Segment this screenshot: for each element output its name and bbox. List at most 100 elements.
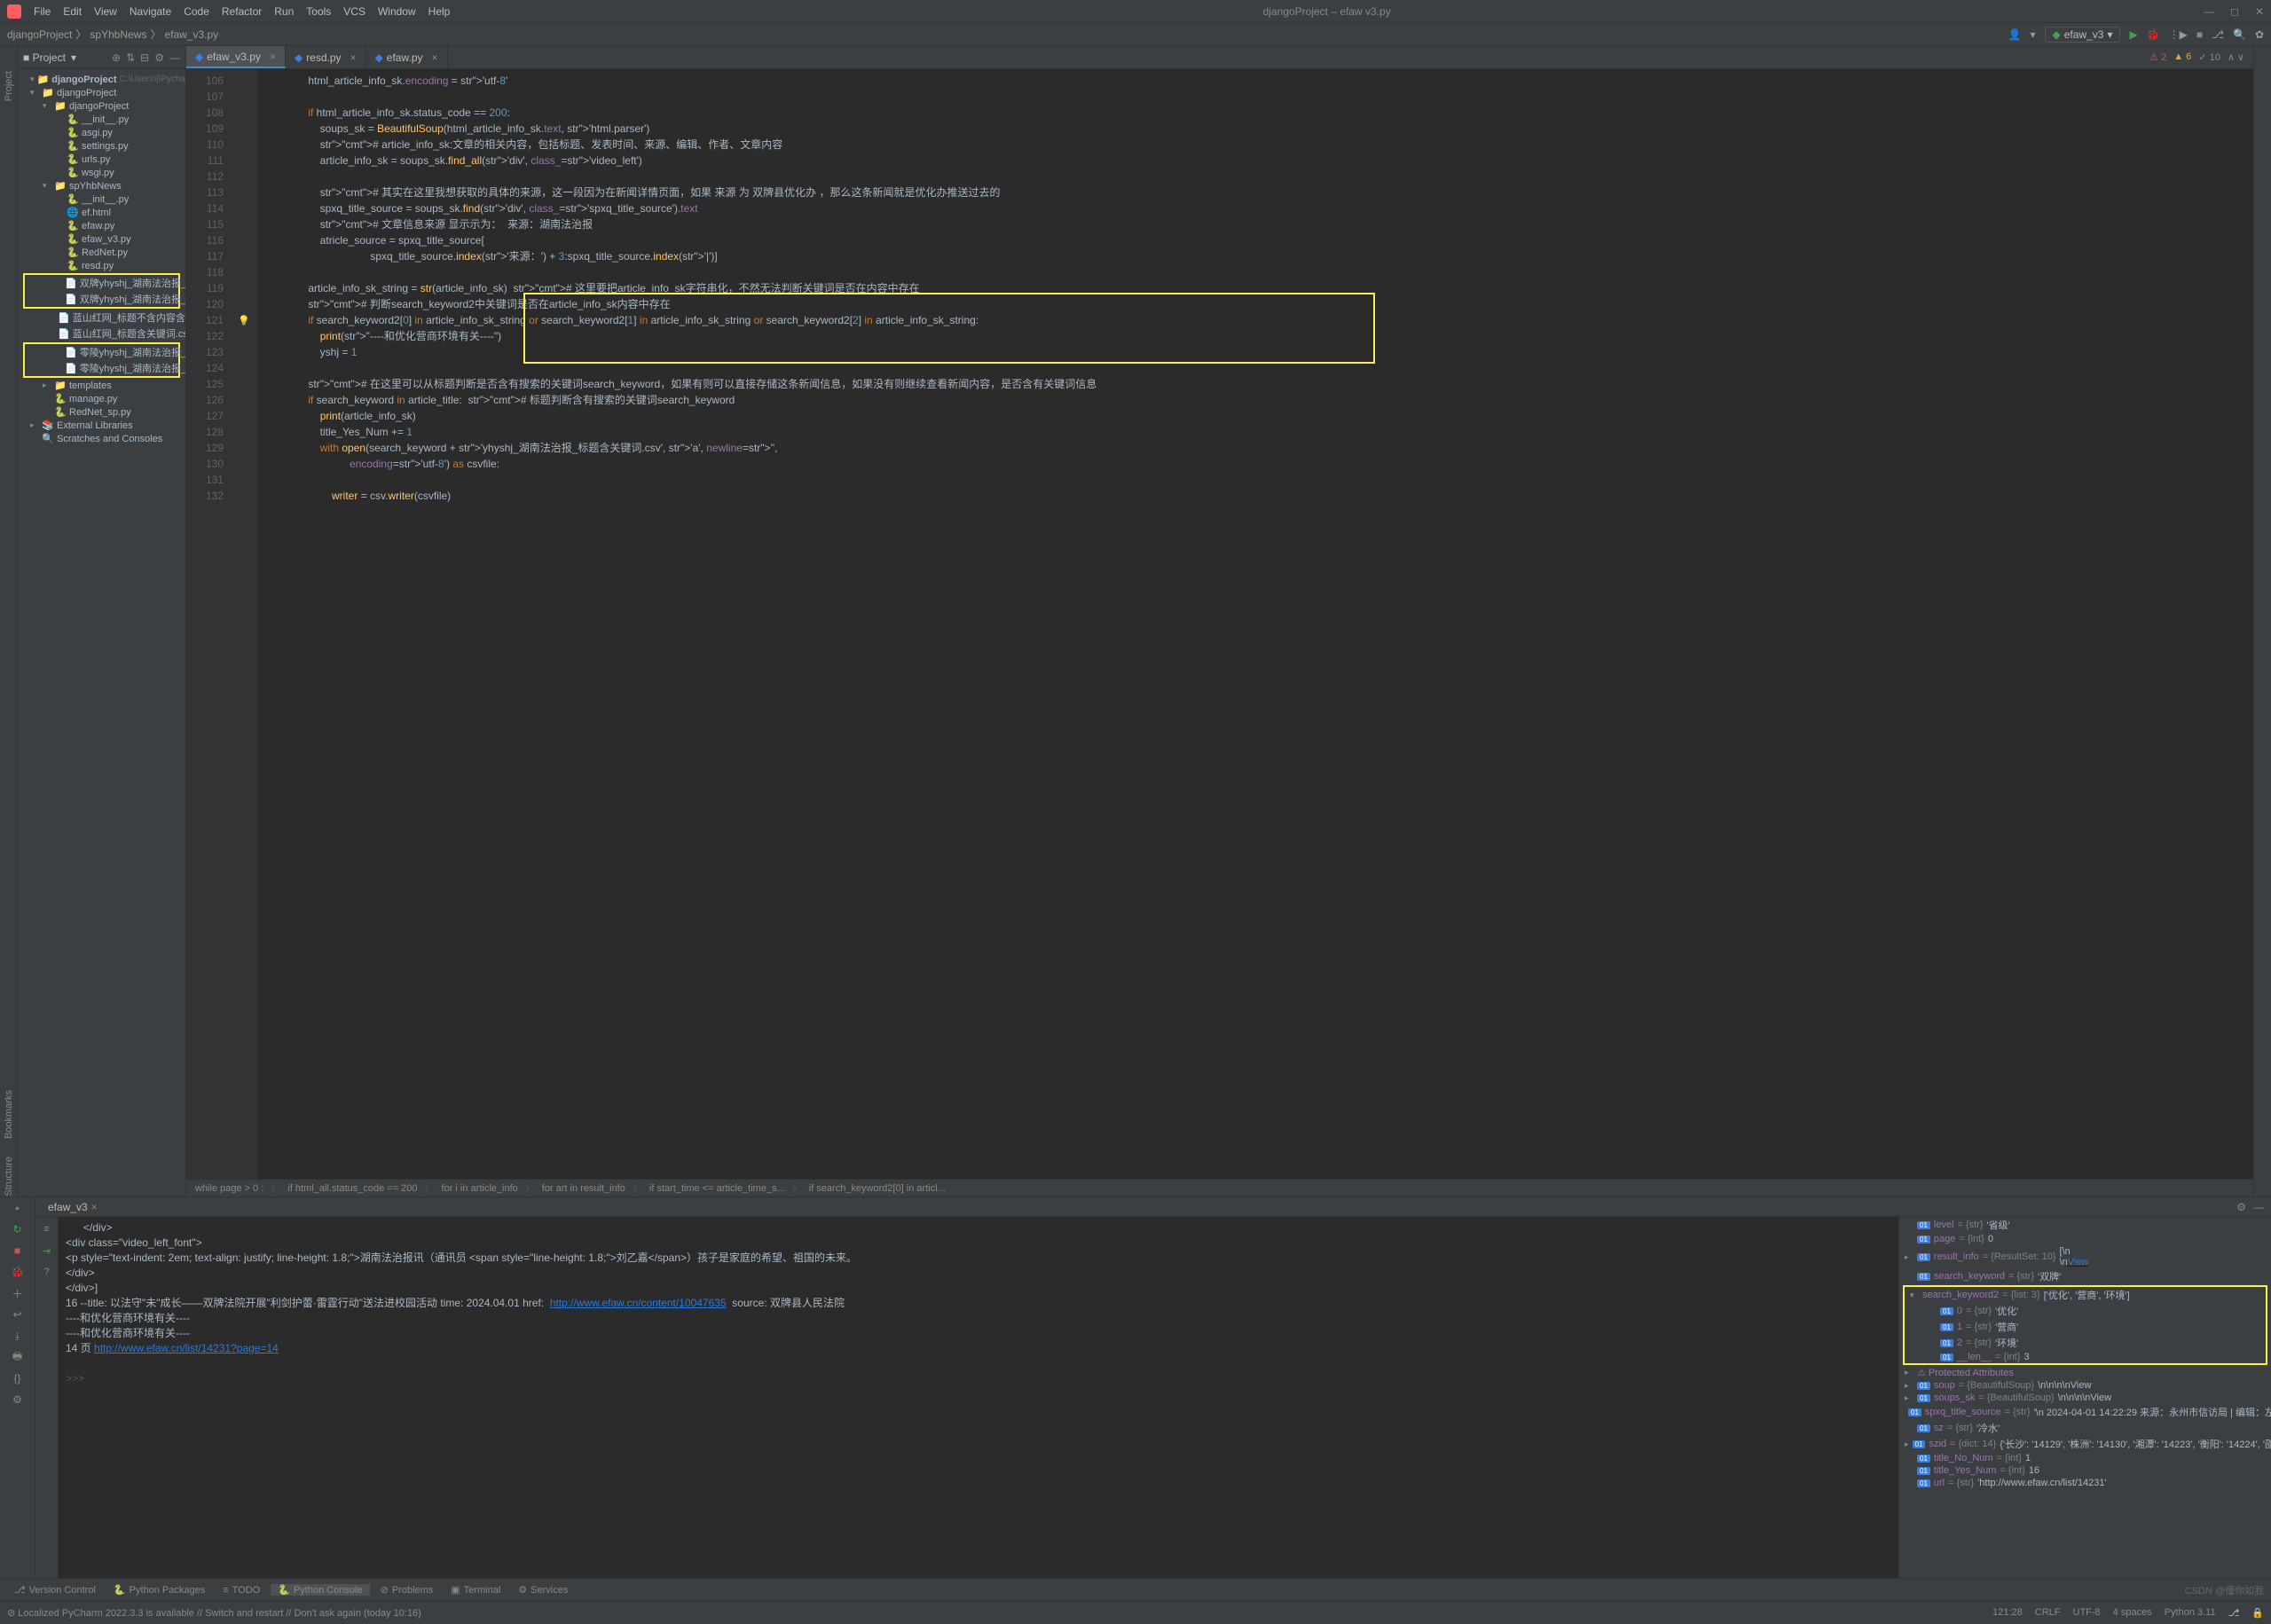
indent-info[interactable]: 4 spaces [2113, 1607, 2152, 1619]
menu-view[interactable]: View [94, 5, 117, 18]
tree-item[interactable]: 🌐ef.html [18, 206, 185, 219]
execute-icon[interactable]: ⇥ [35, 1242, 58, 1259]
variable-row[interactable]: 01search_keyword = {str} '双牌' [1899, 1268, 2271, 1284]
git-icon[interactable]: ⎇ [2212, 28, 2224, 41]
close-icon[interactable]: ✕ [2255, 5, 2264, 18]
help-icon[interactable]: ? [35, 1263, 58, 1281]
console-tab[interactable]: efaw_v3× [43, 1201, 103, 1213]
tool-window-button[interactable]: ≡TODO [216, 1585, 267, 1596]
editor-tab[interactable]: ◆resd.py× [286, 46, 366, 68]
tree-item[interactable]: ▾📁spYhbNews [18, 179, 185, 192]
variable-row[interactable]: 01url = {str} 'http://www.efaw.cn/list/1… [1899, 1477, 2271, 1489]
tool-window-button[interactable]: ▣Terminal [444, 1584, 507, 1596]
print-icon[interactable]: 🖶 [0, 1346, 35, 1368]
minimize-icon[interactable]: — [2204, 5, 2214, 18]
tree-item[interactable]: ▾📁djangoProject [18, 99, 185, 113]
debug-icon[interactable]: 🐞 [2147, 28, 2160, 41]
console-link[interactable]: http://www.efaw.cn/content/10047635 [550, 1297, 727, 1309]
tree-item[interactable]: ▾📁djangoProject [18, 86, 185, 99]
variable-row[interactable]: 012 = {str} '环境' [1905, 1335, 2266, 1351]
tree-item[interactable]: 🐍__init__.py [18, 113, 185, 126]
tree-item[interactable]: 📄零陵yhyshj_湖南法治报_内容含关键词.csv [25, 344, 178, 360]
variable-row[interactable]: ▾search_keyword2 = {list: 3} ['优化', '营商'… [1905, 1287, 2266, 1303]
close-tab-icon[interactable]: × [270, 51, 276, 63]
new-console-icon[interactable]: ＋ [0, 1283, 35, 1304]
stop-console-icon[interactable]: ■ [0, 1240, 35, 1261]
tree-item[interactable]: 🐍settings.py [18, 139, 185, 153]
caret-position[interactable]: 121:28 [1992, 1607, 2023, 1619]
code-breadcrumb[interactable]: for art in result_info [542, 1183, 625, 1194]
variable-row[interactable]: 01sz = {str} '冷水' [1899, 1420, 2271, 1436]
menu-file[interactable]: File [34, 5, 51, 18]
tree-item[interactable]: 🐍asgi.py [18, 126, 185, 139]
tool-window-button[interactable]: ⎇Version Control [7, 1584, 103, 1596]
code-breadcrumb[interactable]: if html_all.status_code == 200 [287, 1183, 417, 1194]
select-opened-icon[interactable]: ⊕ [112, 51, 121, 64]
console-output[interactable]: </div><div class="video_left_font"><p st… [59, 1217, 1898, 1578]
gutter-icons[interactable]: 💡 [231, 69, 257, 1179]
collapse-icon[interactable]: ⊟ [140, 51, 149, 64]
tool-window-button[interactable]: ⊘Problems [373, 1584, 441, 1596]
tree-item[interactable]: ▸📚External Libraries [18, 419, 185, 432]
close-tab-icon[interactable]: × [350, 51, 357, 64]
tree-item[interactable]: 🐍manage.py [18, 392, 185, 405]
menu-refactor[interactable]: Refactor [222, 5, 262, 18]
editor-tab[interactable]: ◆efaw_v3.py× [186, 46, 286, 68]
attach-debugger-icon[interactable]: 🐞 [0, 1261, 35, 1283]
tree-item[interactable]: ▸📁templates [18, 379, 185, 392]
menu-run[interactable]: Run [274, 5, 294, 18]
tree-item[interactable]: 🐍wsgi.py [18, 166, 185, 179]
variable-row[interactable]: 01page = {int} 0 [1899, 1233, 2271, 1245]
run-config-selector[interactable]: ◆ efaw_v3 ▾ [2045, 27, 2121, 43]
variable-row[interactable]: 010 = {str} '优化' [1905, 1303, 2266, 1319]
git-branch-icon[interactable]: ⎇ [2228, 1607, 2240, 1619]
status-message[interactable]: ⊘ Localized PyCharm 2022.3.3 is availabl… [7, 1607, 421, 1619]
lock-icon[interactable]: 🔒 [2251, 1607, 2264, 1619]
tree-item[interactable]: 🐍efaw_v3.py [18, 232, 185, 246]
settings-icon[interactable]: ✿ [2255, 28, 2264, 41]
variable-row[interactable]: 01title_Yes_Num = {int} 16 [1899, 1464, 2271, 1477]
file-encoding[interactable]: UTF-8 [2073, 1607, 2101, 1619]
variable-row[interactable]: 01level = {str} '省级' [1899, 1217, 2271, 1233]
variable-row[interactable]: 01spxq_title_source = {str} '\n 2024-04-… [1899, 1404, 2271, 1420]
tool-window-button[interactable]: 🐍Python Console [271, 1584, 369, 1596]
tool-window-button[interactable]: 🐍Python Packages [106, 1584, 212, 1596]
editor-tab[interactable]: ◆efaw.py× [366, 46, 448, 68]
run-icon[interactable]: ▶ [2129, 28, 2137, 41]
expand-all-icon[interactable]: ⇅ [126, 51, 135, 64]
menu-window[interactable]: Window [378, 5, 416, 18]
tree-item[interactable]: 🐍efaw.py [18, 219, 185, 232]
add-config-icon[interactable]: ▾ [2030, 28, 2035, 41]
console-gear-icon[interactable]: ⚙ [2236, 1201, 2246, 1213]
breadcrumb-folder[interactable]: spYhbNews [90, 28, 146, 41]
tree-item[interactable]: 📄双牌yhyshj_湖南法治报_标题含关键词.csv [25, 291, 178, 307]
more-run-icon[interactable]: ⋮▶ [2169, 28, 2188, 41]
line-separator[interactable]: CRLF [2035, 1607, 2061, 1619]
tree-item[interactable]: 🐍__init__.py [18, 192, 185, 206]
variable-row[interactable]: ▸01result_info = {ResultSet: 10} [\n\nVi… [1899, 1245, 2271, 1268]
project-tree[interactable]: ▾📁djangoProject C:\Users\j\PycharmProjec… [18, 69, 185, 1196]
bookmarks-tool-button[interactable]: Bookmarks [4, 1090, 14, 1139]
tree-item[interactable]: 🔍Scratches and Consoles [18, 432, 185, 445]
show-vars-icon[interactable]: {} [0, 1368, 35, 1389]
inspections-widget[interactable]: ⚠ 2 ▲ 6 ✓ 10 ∧ ∨ [2141, 51, 2253, 63]
code-breadcrumb[interactable]: if start_time <= article_time_s... [649, 1183, 785, 1194]
close-tab-icon[interactable]: × [432, 51, 438, 64]
console-link[interactable]: http://www.efaw.cn/list/14231?page=14 [94, 1342, 279, 1354]
variable-row[interactable]: 01title_No_Num = {int} 1 [1899, 1452, 2271, 1464]
settings-gear-icon[interactable]: ⚙ [154, 51, 164, 64]
maximize-icon[interactable]: ◻ [2230, 5, 2239, 18]
tool-window-button[interactable]: ⚙Services [511, 1584, 575, 1596]
structure-tool-button[interactable]: Structure [4, 1157, 14, 1196]
menu-code[interactable]: Code [184, 5, 209, 18]
soft-wrap-icon[interactable]: ↩ [0, 1304, 35, 1325]
search-icon[interactable]: 🔍 [2233, 28, 2246, 41]
code-breadcrumbs[interactable]: while page > 0 :〉if html_all.status_code… [186, 1179, 2253, 1196]
stop-icon[interactable]: ■ [2196, 28, 2203, 41]
variable-row[interactable]: 011 = {str} '营商' [1905, 1319, 2266, 1335]
code-breadcrumb[interactable]: while page > 0 : [195, 1183, 263, 1194]
menu-edit[interactable]: Edit [63, 5, 82, 18]
tree-item[interactable]: 🐍urls.py [18, 153, 185, 166]
code-content[interactable]: html_article_info_sk.encoding = str">'ut… [257, 69, 2253, 1179]
tree-item[interactable]: 📄零陵yhyshj_湖南法治报_标题含关键词.csv [25, 360, 178, 376]
